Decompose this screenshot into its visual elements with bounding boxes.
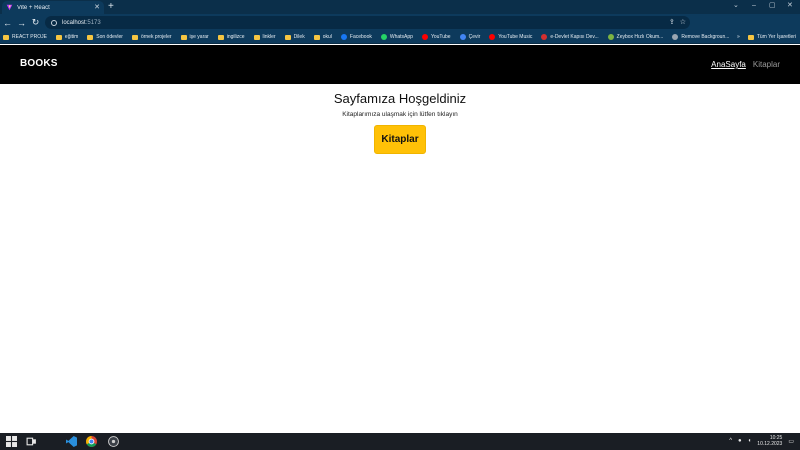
bookmark-item[interactable]: örnek projeler [131, 34, 172, 40]
bookmark-label: Facebook [349, 34, 372, 40]
bookmark-label: Zeybox Hızlı Okum... [616, 34, 664, 40]
vite-favicon-icon [6, 4, 13, 11]
bookmark-label: WhatsApp [389, 34, 413, 40]
app-navbar: BOOKS AnaSayfa Kitaplar [0, 45, 800, 84]
omnibox-actions: ⇪ ☆ [669, 18, 686, 26]
more-bookmarks-button[interactable]: » [737, 34, 740, 40]
tab-search-icon[interactable]: ⌄ [733, 2, 739, 10]
folder-icon [253, 34, 260, 40]
folder-icon [180, 34, 187, 40]
windows-start-icon[interactable] [6, 436, 17, 447]
bookmark-item[interactable]: işe yarar [180, 34, 209, 40]
bookmark-label: Remove Backgroun... [681, 34, 730, 40]
books-button[interactable]: Kitaplar [374, 125, 426, 154]
bookmark-item[interactable]: Son ödevler [87, 34, 123, 40]
address-bar[interactable]: localhost:5173 ⇪ ☆ [45, 16, 690, 29]
all-bookmarks-link[interactable]: Tüm Yer İşaretleri [757, 34, 796, 40]
vscode-icon[interactable] [66, 436, 77, 447]
browser-toolbar: ← → ↻ localhost:5173 ⇪ ☆ ⋮ [0, 14, 800, 38]
bookmarks-bar: REACT PROJE eğitim Son ödevler örnek projel… [0, 31, 800, 44]
folder-icon [284, 34, 291, 40]
bookmark-item[interactable]: YouTube Music [489, 34, 532, 40]
bookmark-item[interactable]: WhatsApp [380, 34, 413, 40]
bookmark-label: YouTube Music [498, 34, 533, 40]
remove-bg-icon [672, 34, 679, 40]
nav-link-books[interactable]: Kitaplar [753, 60, 780, 69]
notifications-icon[interactable]: ▭ [788, 438, 794, 445]
folder-icon [313, 34, 320, 40]
bookmark-label: Çevir [468, 34, 481, 40]
bookmark-item[interactable]: e-Devlet Kapısı Dev... [541, 34, 599, 40]
tray-chevron-icon[interactable]: ^ [729, 438, 732, 444]
bookmark-item[interactable]: Remove Backgroun... [672, 34, 729, 40]
brand-logo[interactable]: BOOKS [20, 58, 58, 69]
windows-taskbar: ^ ● ◖ 10:25 10.12.2023 ▭ [0, 433, 800, 450]
browser-tab[interactable]: Vite + React ✕ [2, 1, 104, 14]
whatsapp-icon [380, 34, 387, 40]
task-view-icon[interactable] [26, 436, 37, 447]
tab-strip: Vite + React ✕ + ⌄ – ▢ ✕ [0, 0, 800, 14]
system-tray: ^ ● ◖ 10:25 10.12.2023 ▭ [729, 435, 794, 447]
url-text: localhost:5173 [62, 19, 101, 26]
welcome-section: Sayfamıza Hoşgeldiniz Kitaplarımıza ulaş… [0, 91, 800, 154]
minimize-button[interactable]: – [752, 2, 756, 10]
web-page: BOOKS AnaSayfa Kitaplar Sayfamıza Hoşgel… [0, 45, 800, 433]
nav-links: AnaSayfa Kitaplar [711, 60, 780, 69]
youtube-icon [421, 34, 428, 40]
facebook-icon [340, 34, 347, 40]
chrome-icon[interactable] [86, 436, 97, 447]
bookmark-item[interactable]: eğitim [55, 34, 79, 40]
volume-icon[interactable]: ◖ [748, 438, 752, 444]
bookmark-label: linkler [262, 34, 276, 40]
edevlet-icon [541, 34, 548, 40]
bookmark-item[interactable]: Çevir [459, 34, 481, 40]
bookmark-item[interactable]: ingilizce [217, 34, 245, 40]
bookmark-item[interactable]: Zeybox Hızlı Okum... [607, 34, 664, 40]
tab-title: Vite + React [17, 4, 50, 11]
bookmark-label: okul [322, 34, 332, 40]
bookmark-label: eğitim [64, 34, 79, 40]
maximize-button[interactable]: ▢ [769, 2, 776, 10]
bookmark-item[interactable]: Facebook [340, 34, 372, 40]
welcome-subtext: Kitaplarımıza ulaşmak için lütfen tıklay… [342, 111, 458, 118]
bookmark-star-icon[interactable]: ☆ [680, 18, 686, 26]
bookmark-item[interactable]: Dilek [284, 34, 305, 40]
folder-icon [131, 34, 138, 40]
clock-date: 10.12.2023 [757, 441, 783, 447]
page-title: Sayfamıza Hoşgeldiniz [333, 91, 467, 106]
new-tab-button[interactable]: + [108, 2, 114, 12]
bookmark-item[interactable]: linkler [253, 34, 276, 40]
site-info-icon[interactable] [51, 19, 57, 26]
bookmark-label: örnek projeler [140, 34, 172, 40]
tab-close-icon[interactable]: ✕ [94, 4, 100, 11]
microphone-icon[interactable]: ● [738, 438, 742, 444]
bookmark-label: Dilek [293, 34, 305, 40]
zeybox-icon [607, 34, 614, 40]
reload-icon[interactable]: ↻ [29, 17, 42, 28]
folder-icon [55, 34, 62, 40]
bookmark-label: YouTube [430, 34, 451, 40]
bookmark-item[interactable]: YouTube [421, 34, 451, 40]
bookmark-item[interactable]: REACT PROJE [3, 34, 47, 40]
bookmark-label: Son ödevler [96, 34, 123, 40]
folder-icon [747, 34, 754, 40]
folder-icon [87, 34, 94, 40]
app-running-icon[interactable] [108, 436, 119, 447]
bookmark-label: işe yarar [189, 34, 209, 40]
nav-link-home[interactable]: AnaSayfa [711, 60, 746, 69]
youtube-music-icon [489, 34, 496, 40]
folder-icon [217, 34, 224, 40]
forward-arrow-icon[interactable]: → [15, 18, 28, 28]
bookmark-label: ingilizce [226, 34, 245, 40]
back-arrow-icon[interactable]: ← [1, 18, 14, 28]
bookmark-label: e-Devlet Kapısı Dev... [550, 34, 599, 40]
bookmark-item[interactable]: okul [313, 34, 332, 40]
clock[interactable]: 10:25 10.12.2023 [757, 435, 782, 447]
translate-icon [459, 34, 466, 40]
all-bookmarks-group: » Tüm Yer İşaretleri [737, 34, 796, 40]
close-window-button[interactable]: ✕ [787, 2, 793, 10]
bookmark-label: REACT PROJE [12, 34, 47, 40]
share-icon[interactable]: ⇪ [669, 18, 675, 26]
folder-icon [3, 34, 9, 40]
